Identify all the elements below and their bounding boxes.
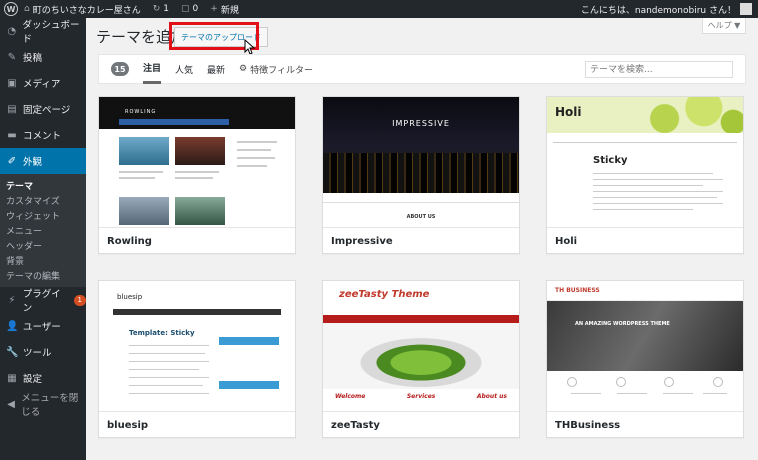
submenu-theme-editor[interactable]: テーマの編集 xyxy=(0,268,86,283)
theme-card-rowling[interactable]: ROWLING Rowling xyxy=(98,96,296,254)
theme-screenshot: TH BUSINESS AN AMAZING WORDPRESS THEME xyxy=(547,281,743,411)
mouse-cursor-icon xyxy=(244,39,256,55)
submenu-widgets[interactable]: ウィジェット xyxy=(0,208,86,223)
theme-screenshot: bluesip Template: Sticky xyxy=(99,281,295,411)
theme-screenshot: zeeTasty Theme Welcome Services About us xyxy=(323,281,519,411)
gear-icon: ⚙ xyxy=(239,64,248,74)
settings-icon: ▦ xyxy=(7,372,17,384)
brush-icon: ✐ xyxy=(7,155,17,167)
sidebar-item-appearance[interactable]: ✐ 外観 xyxy=(0,148,86,174)
pin-icon: ✎ xyxy=(7,51,17,63)
tab-latest[interactable]: 最新 xyxy=(207,54,225,84)
sidebar-item-users[interactable]: 👤 ユーザー xyxy=(0,313,86,339)
theme-name: Holi xyxy=(547,227,743,253)
theme-name: Rowling xyxy=(99,227,295,253)
sidebar-item-dashboard[interactable]: ◔ ダッシュボード xyxy=(0,18,86,45)
plus-icon: + xyxy=(210,4,218,14)
sidebar-item-comments[interactable]: ▬ コメント xyxy=(0,122,86,148)
collapse-menu-button[interactable]: ◀ メニューを閉じる xyxy=(0,391,86,418)
tab-featured[interactable]: 注目 xyxy=(143,54,162,84)
sidebar-item-posts[interactable]: ✎ 投稿 xyxy=(0,44,86,70)
sidebar-item-plugins[interactable]: ⚡ プラグイン 1 xyxy=(0,287,86,314)
avatar xyxy=(740,3,752,15)
wrench-icon: 🔧 xyxy=(6,346,19,358)
media-icon: ▣ xyxy=(7,77,17,89)
dashboard-icon: ◔ xyxy=(7,25,17,37)
admin-bar: W ⌂ 町のちいさなカレー屋さん ↻ 1 ▢ 0 + 新規 こんにちは、nandemon… xyxy=(0,0,758,18)
theme-screenshot: IMPRESSIVE ABOUT US xyxy=(323,97,519,227)
submenu-menus[interactable]: メニュー xyxy=(0,223,86,238)
theme-name: bluesip xyxy=(99,411,295,437)
feature-filter-button[interactable]: ⚙ 特徴フィルター xyxy=(239,63,313,76)
theme-filter-bar: 15 注目 人気 最新 ⚙ 特徴フィルター xyxy=(98,54,746,84)
sidebar-item-media[interactable]: ▣ メディア xyxy=(0,70,86,96)
help-tab-button[interactable]: ヘルプ ▼ xyxy=(702,18,746,34)
sidebar-item-settings[interactable]: ▦ 設定 xyxy=(0,365,86,391)
page-icon: ▤ xyxy=(7,103,17,115)
new-content-link[interactable]: + 新規 xyxy=(204,0,245,18)
theme-screenshot: ROWLING xyxy=(99,97,295,227)
theme-card-thbusiness[interactable]: TH BUSINESS AN AMAZING WORDPRESS THEME T… xyxy=(546,280,744,438)
theme-screenshot: Holi Sticky xyxy=(547,97,743,227)
submenu-customize[interactable]: カスタマイズ xyxy=(0,193,86,208)
submenu-header[interactable]: ヘッダー xyxy=(0,238,86,253)
refresh-icon: ↻ xyxy=(152,4,161,14)
plugin-update-badge: 1 xyxy=(73,294,86,306)
theme-count-badge: 15 xyxy=(111,62,129,76)
collapse-icon: ◀ xyxy=(7,398,15,410)
comment-icon: ▬ xyxy=(7,129,17,141)
tab-popular[interactable]: 人気 xyxy=(175,54,193,84)
submenu-themes[interactable]: テーマ xyxy=(0,178,86,193)
plugin-icon: ⚡ xyxy=(8,294,16,306)
theme-name: zeeTasty xyxy=(323,411,519,437)
user-icon: 👤 xyxy=(6,320,19,332)
submenu-background[interactable]: 背景 xyxy=(0,253,86,268)
theme-search-input[interactable] xyxy=(585,61,733,78)
theme-card-zeetasty[interactable]: zeeTasty Theme Welcome Services About us… xyxy=(322,280,520,438)
updates-link[interactable]: ↻ 1 xyxy=(147,0,175,18)
appearance-submenu: テーマ カスタマイズ ウィジェット メニュー ヘッダー 背景 テーマの編集 xyxy=(0,174,86,287)
theme-card-impressive[interactable]: IMPRESSIVE ABOUT US Impressive xyxy=(322,96,520,254)
admin-sidebar: ◔ ダッシュボード ✎ 投稿 ▣ メディア ▤ 固定ページ ▬ コメント ✐ 外観 テーマ … xyxy=(0,18,86,460)
theme-card-holi[interactable]: Holi Sticky Holi xyxy=(546,96,744,254)
comments-link[interactable]: ▢ 0 xyxy=(175,0,204,18)
my-account-link[interactable]: こんにちは、nandemonobiru さん！ xyxy=(575,0,758,18)
main-content: ヘルプ ▼ テーマを追加 テーマのアップロード 15 注目 人気 最新 ⚙ 特徴フ… xyxy=(86,18,758,460)
comment-icon: ▢ xyxy=(181,4,190,14)
theme-card-bluesip[interactable]: bluesip Template: Sticky bluesip xyxy=(98,280,296,438)
wordpress-logo-icon[interactable]: W xyxy=(4,2,18,16)
site-name-link[interactable]: ⌂ 町のちいさなカレー屋さん xyxy=(18,0,147,18)
theme-name: THBusiness xyxy=(547,411,743,437)
sidebar-item-pages[interactable]: ▤ 固定ページ xyxy=(0,96,86,122)
sidebar-item-tools[interactable]: 🔧 ツール xyxy=(0,339,86,365)
home-icon: ⌂ xyxy=(24,4,30,14)
theme-name: Impressive xyxy=(323,227,519,253)
